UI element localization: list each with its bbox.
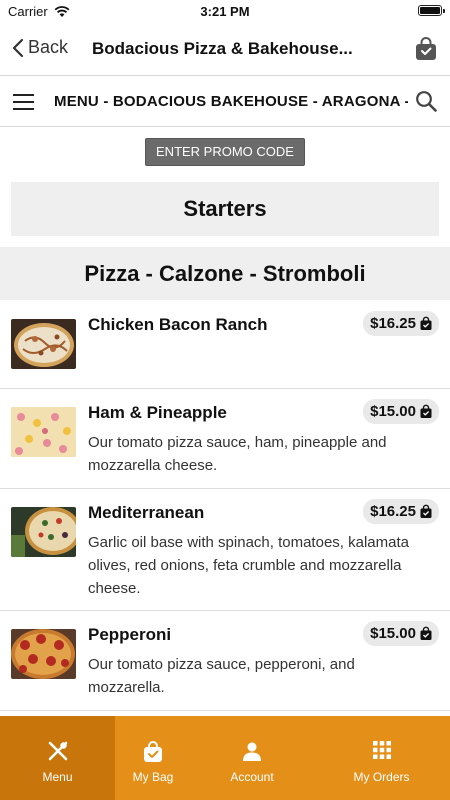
- person-icon: [243, 742, 261, 761]
- grid-icon: [372, 741, 391, 759]
- bag-icon: [420, 626, 432, 640]
- navigation-bar: Back Bodacious Pizza & Bakehouse...: [0, 22, 450, 76]
- item-description: Garlic oil base with spinach, tomatoes, …: [88, 534, 409, 597]
- back-label: Back: [28, 37, 69, 57]
- item-name: Ham & Pineapple: [88, 403, 227, 422]
- item-price-button[interactable]: $16.25: [363, 311, 439, 336]
- menu-title: MENU - BODACIOUS BAKEHOUSE - ARAGONA - 3…: [54, 93, 408, 110]
- item-name: Pepperoni: [88, 625, 172, 644]
- status-time: 3:21 PM: [200, 4, 250, 19]
- tab-label: My Bag: [132, 770, 174, 784]
- menu-item[interactable]: Ham & Pineapple $15.00 Our tomato pizza …: [0, 389, 450, 489]
- item-price-button[interactable]: $15.00: [363, 621, 439, 646]
- item-image: [11, 319, 76, 369]
- menu-item[interactable]: Mediterranean $16.25 Garlic oil base wit…: [0, 489, 450, 611]
- item-image: [11, 629, 76, 679]
- fork-knife-icon: [48, 741, 67, 761]
- hamburger-menu-icon[interactable]: [13, 94, 34, 110]
- search-button[interactable]: [415, 90, 437, 117]
- item-description: Our tomato pizza sauce, pepperoni, and m…: [88, 656, 355, 696]
- battery-icon: [418, 5, 445, 16]
- item-price: $15.00: [370, 403, 416, 420]
- bag-icon: [144, 741, 162, 762]
- page-title: Bodacious Pizza & Bakehouse...: [92, 39, 353, 58]
- menu-item[interactable]: Chicken Bacon Ranch $16.25: [0, 301, 450, 389]
- bag-icon: [420, 504, 432, 518]
- menu-item[interactable]: Pepperoni $15.00 Our tomato pizza sauce,…: [0, 611, 450, 711]
- tab-menu[interactable]: Menu: [0, 716, 115, 800]
- bag-icon: [420, 316, 432, 330]
- promo-code-button[interactable]: ENTER PROMO CODE: [145, 138, 305, 166]
- tab-label: Account: [230, 770, 274, 784]
- item-price-button[interactable]: $16.25: [363, 499, 439, 524]
- item-name: Chicken Bacon Ranch: [88, 315, 268, 334]
- menu-header-bar: MENU - BODACIOUS BAKEHOUSE - ARAGONA - 3…: [0, 77, 450, 127]
- item-name: Mediterranean: [88, 503, 205, 522]
- tab-my-bag[interactable]: My Bag: [115, 716, 191, 800]
- back-button[interactable]: Back: [12, 37, 68, 58]
- tab-label: My Orders: [353, 770, 410, 784]
- item-price: $16.25: [370, 315, 416, 332]
- bag-icon: [420, 404, 432, 418]
- status-bar: Carrier 3:21 PM: [0, 0, 450, 22]
- category-pizza-calzone-stromboli: Pizza - Calzone - Stromboli: [0, 247, 450, 300]
- category-starters[interactable]: Starters: [11, 182, 439, 236]
- bottom-tab-bar: Menu My Bag Account My Orders: [0, 716, 450, 800]
- tab-account[interactable]: Account: [191, 716, 313, 800]
- search-icon: [416, 91, 437, 112]
- item-image: [11, 507, 76, 557]
- item-description: Our tomato pizza sauce, ham, pineapple a…: [88, 434, 387, 474]
- tab-label: Menu: [42, 770, 73, 784]
- item-price-button[interactable]: $15.00: [363, 399, 439, 424]
- bag-icon: [416, 37, 436, 60]
- bag-button[interactable]: [414, 36, 438, 67]
- item-price: $16.25: [370, 503, 416, 520]
- item-price: $15.00: [370, 625, 416, 642]
- tab-my-orders[interactable]: My Orders: [313, 716, 450, 800]
- chevron-left-icon: [12, 38, 24, 57]
- item-image: [11, 407, 76, 457]
